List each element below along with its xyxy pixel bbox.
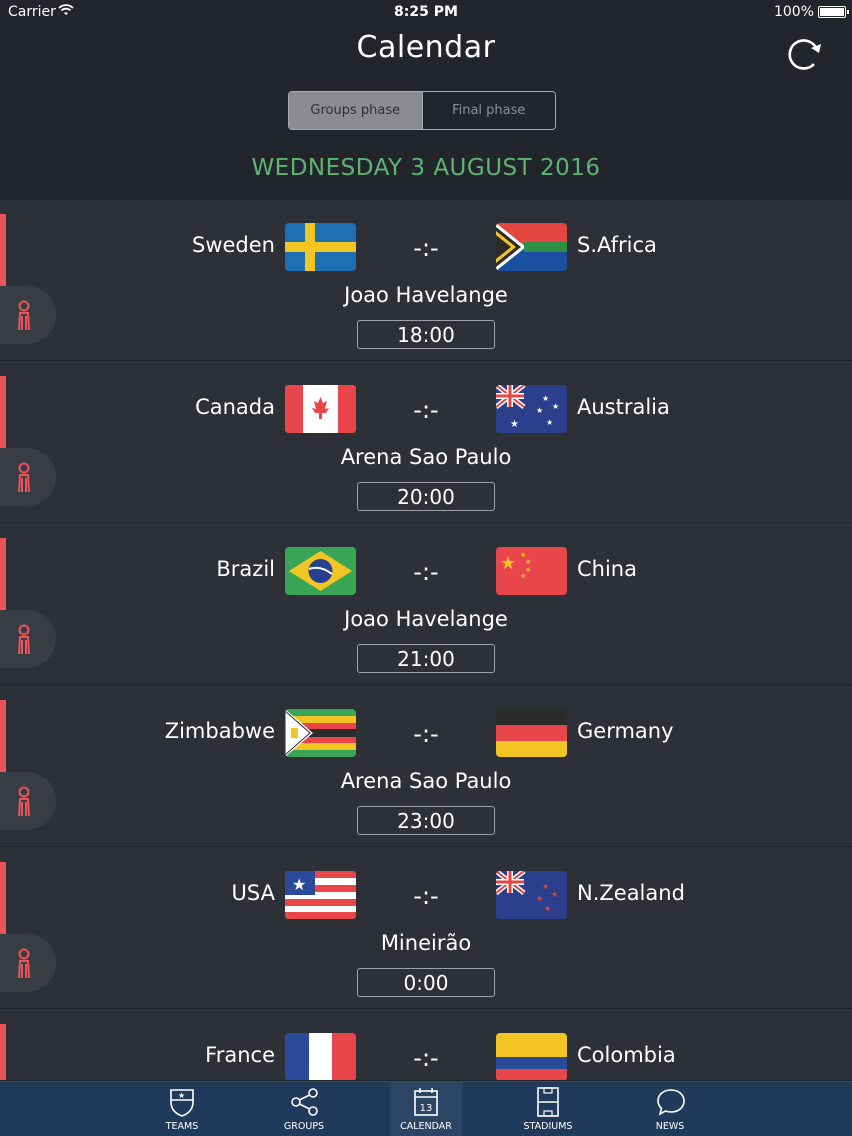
tab-calendar[interactable]: 13 CALENDAR	[390, 1082, 462, 1136]
away-team-name: Australia	[577, 395, 670, 419]
venue-label: Mineirão	[380, 931, 472, 955]
refresh-icon[interactable]	[784, 36, 824, 72]
new-zealand-flag-icon: ★ ★ ★ ★	[496, 871, 567, 919]
match-row[interactable]: Canada -:- ★ ★ ★ ★ ★ Australia Arena Sao Pau…	[0, 362, 852, 523]
tab-teams[interactable]: ★ TEAMS	[146, 1082, 218, 1136]
svg-text:★: ★	[546, 418, 553, 427]
svg-text:★: ★	[544, 904, 551, 913]
segment-final-phase[interactable]: Final phase	[421, 92, 555, 129]
phase-segmented-control: Groups phase Final phase	[288, 91, 556, 130]
tab-groups[interactable]: GROUPS	[268, 1082, 340, 1136]
svg-text:★: ★	[510, 419, 519, 430]
tab-label: STADIUMS	[523, 1121, 573, 1132]
tab-stadiums[interactable]: STADIUMS	[512, 1082, 584, 1136]
china-flag-icon: ★ ★ ★ ★ ★	[496, 547, 567, 595]
kickoff-time: 18:00	[357, 320, 495, 349]
away-team-name: Germany	[577, 719, 674, 743]
svg-text:★: ★	[525, 558, 531, 566]
match-score: -:-	[413, 396, 439, 424]
svg-text:★: ★	[551, 890, 558, 899]
status-time: 8:25 PM	[394, 4, 458, 20]
share-icon	[291, 1088, 318, 1116]
tab-label: GROUPS	[283, 1121, 325, 1132]
svg-text:★: ★	[536, 406, 543, 415]
match-score: -:-	[413, 882, 439, 910]
venue-label: Joao Havelange	[344, 607, 508, 631]
tab-label: TEAMS	[165, 1121, 199, 1132]
match-row[interactable]: Brazil -:- ★ ★ ★ ★ ★ China Joao Havelange 21…	[0, 524, 852, 685]
away-team-name: Colombia	[577, 1043, 676, 1067]
tab-label: NEWS	[655, 1121, 685, 1132]
pitch-icon	[537, 1087, 559, 1117]
date-header: WEDNESDAY 3 AUGUST 2016	[251, 155, 601, 181]
calendar-day-number: 13	[420, 1103, 433, 1114]
away-team-name: N.Zealand	[577, 881, 685, 905]
colombia-flag-icon	[496, 1033, 567, 1080]
battery-icon	[818, 6, 849, 18]
svg-text:★: ★	[552, 402, 559, 411]
match-score: -:-	[413, 720, 439, 748]
page-title: Calendar	[356, 30, 496, 65]
match-score: -:-	[413, 234, 439, 262]
match-row[interactable]: USA ★ -:- ★ ★ ★ ★ N.Zealand Mineirão 0:00	[0, 848, 852, 1009]
svg-text:★: ★	[500, 553, 516, 574]
match-score: -:-	[413, 1044, 439, 1072]
kickoff-time: 20:00	[357, 482, 495, 511]
segment-groups-phase[interactable]: Groups phase	[289, 92, 422, 129]
kickoff-time: 0:00	[357, 968, 495, 997]
match-list[interactable]: Sweden -:- S.Africa Joao Havelange 18:00…	[0, 200, 852, 1080]
away-team-name: S.Africa	[577, 233, 657, 257]
south-africa-flag-icon	[496, 223, 567, 271]
svg-text:★: ★	[520, 572, 526, 580]
svg-text:★: ★	[178, 1091, 185, 1100]
venue-label: Joao Havelange	[344, 283, 508, 307]
shield-icon: ★	[170, 1089, 194, 1117]
venue-label: Arena Sao Paulo	[340, 769, 512, 793]
venue-label: Arena Sao Paulo	[340, 445, 512, 469]
match-score: -:-	[413, 558, 439, 586]
svg-text:★: ★	[542, 882, 549, 891]
match-row[interactable]: France -:- Colombia	[0, 1010, 852, 1080]
match-row[interactable]: Sweden -:- S.Africa Joao Havelange 18:00	[0, 200, 852, 361]
status-bar: Carrier 8:25 PM 100%	[0, 0, 852, 24]
away-team-name: China	[577, 557, 637, 581]
svg-text:★: ★	[542, 394, 549, 403]
germany-flag-icon	[496, 709, 567, 757]
match-row[interactable]: Zimbabwe -:- Germany Arena Sao Paulo 23:…	[0, 686, 852, 847]
battery-percent: 100%	[773, 4, 814, 20]
svg-text:★: ★	[536, 894, 543, 903]
tab-label: CALENDAR	[400, 1121, 452, 1132]
kickoff-time: 23:00	[357, 806, 495, 835]
tab-news[interactable]: NEWS	[634, 1082, 706, 1136]
calendar-icon: 13	[414, 1088, 438, 1116]
tab-bar: ★ TEAMS GROUPS 13 CALENDAR STADIUMS NEWS	[0, 1081, 852, 1136]
kickoff-time: 21:00	[357, 644, 495, 673]
australia-flag-icon: ★ ★ ★ ★ ★	[496, 385, 567, 433]
speech-bubble-icon	[657, 1089, 685, 1116]
